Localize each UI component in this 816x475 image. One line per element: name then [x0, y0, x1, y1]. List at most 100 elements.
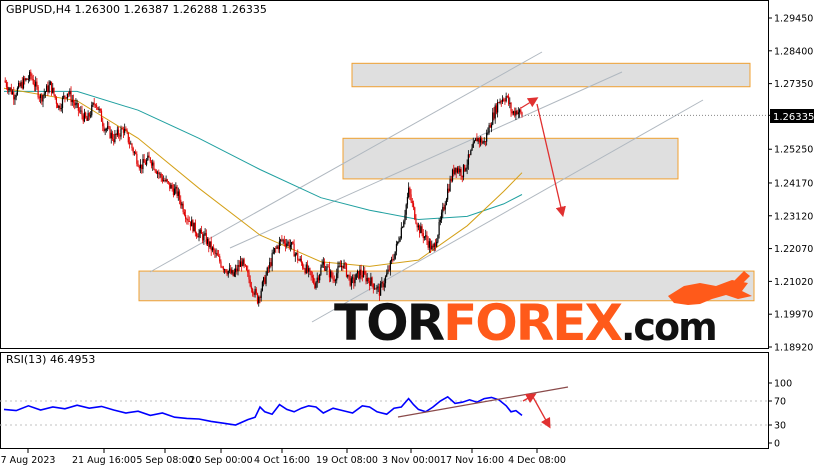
candle-body [197, 236, 199, 238]
candle-body [429, 241, 432, 250]
candle-body [334, 280, 337, 282]
candle-body [484, 141, 487, 142]
candle-body [299, 258, 301, 261]
candle-body [174, 188, 176, 195]
current-price-tag: 1.26335 [770, 109, 814, 123]
candle-body [167, 181, 170, 183]
chart-root: 1.29450 1.28400 1.27350 1.25250 1.24170 1.231… [0, 0, 816, 471]
candle-body [486, 133, 488, 142]
candle-body [185, 215, 187, 219]
y-tick-label: 1.21020 [774, 277, 813, 288]
candle-body [326, 266, 328, 270]
candle-body [252, 288, 254, 294]
rsi-trendline [397, 386, 569, 418]
candle-body [286, 243, 288, 247]
y-tick-label: 1.22070 [774, 244, 813, 255]
candle-body [428, 241, 430, 248]
candle-body [442, 206, 444, 213]
candle-body [43, 93, 45, 96]
candle-body [10, 87, 12, 94]
candle-body [406, 197, 409, 205]
candle-body [454, 167, 456, 175]
candle-body [195, 233, 198, 237]
candle-body [311, 275, 313, 278]
y-tick-label: 1.29450 [774, 14, 813, 25]
candle-body [447, 188, 449, 200]
candle-body [127, 132, 129, 143]
candle-body [249, 279, 251, 287]
candle-body [178, 191, 181, 200]
candle-body [420, 226, 422, 234]
candle-body [434, 243, 437, 247]
candle-body [389, 261, 391, 271]
candle-body [492, 112, 494, 125]
candle-body [247, 270, 249, 273]
candle-body [35, 81, 37, 87]
candle-body [512, 111, 515, 114]
candle-body [180, 199, 182, 206]
candle-body [387, 269, 389, 274]
candle-body [266, 267, 268, 275]
candle-body [333, 279, 335, 281]
candle-body [153, 162, 155, 170]
candle-body [348, 274, 350, 276]
candle-body [431, 245, 433, 250]
candle-body [397, 241, 399, 245]
candle-body [367, 277, 370, 281]
candle-body [175, 186, 177, 189]
candle-body [308, 268, 310, 272]
candle-body [465, 168, 467, 171]
candle-body [94, 104, 97, 106]
candle-body [46, 85, 48, 92]
candle-body [373, 288, 376, 290]
candle-body [487, 132, 489, 134]
candle-body [303, 267, 305, 270]
candle-body [273, 247, 276, 253]
candle-body [377, 286, 379, 288]
candle-body [97, 107, 99, 110]
candle-body [497, 102, 499, 113]
candle-body [165, 179, 167, 182]
candle-body [213, 247, 215, 251]
candle-body [310, 270, 312, 276]
candle-body [267, 267, 270, 269]
candle-body [483, 141, 485, 143]
candle-body [81, 110, 83, 116]
candle-body [330, 271, 332, 278]
candle-body [336, 273, 338, 281]
candle-body [372, 283, 374, 289]
candle-body [239, 261, 242, 267]
candle-body [327, 266, 329, 268]
candle-body [506, 96, 508, 97]
candle-body [150, 161, 153, 166]
candle-body [194, 222, 196, 234]
candle-body [21, 82, 23, 89]
candle-body [432, 245, 434, 248]
candle-body [331, 271, 333, 278]
candle-body [320, 267, 322, 275]
candle-body [395, 244, 398, 252]
candle-body [83, 112, 86, 122]
candle-body [222, 267, 224, 271]
candle-body [141, 164, 143, 170]
candle-body [436, 241, 438, 247]
candle-body [200, 229, 203, 234]
candle-body [427, 240, 429, 248]
candle-body [433, 243, 435, 248]
candle-body [440, 212, 443, 220]
candle-body [341, 265, 343, 268]
y-tick-label: 1.24170 [774, 178, 813, 189]
candle-body [135, 152, 137, 154]
y-tick-label: 1.23120 [774, 211, 813, 222]
candle-body [99, 108, 101, 111]
candle-body [193, 222, 195, 232]
candle-body [124, 128, 126, 133]
candle-body [121, 128, 123, 130]
candle-body [214, 250, 216, 254]
candle-body [133, 152, 136, 154]
candle-body [490, 124, 493, 128]
candle-body [384, 276, 387, 284]
candle-body [206, 239, 209, 244]
candle-body [85, 112, 87, 118]
candle-body [26, 78, 28, 80]
